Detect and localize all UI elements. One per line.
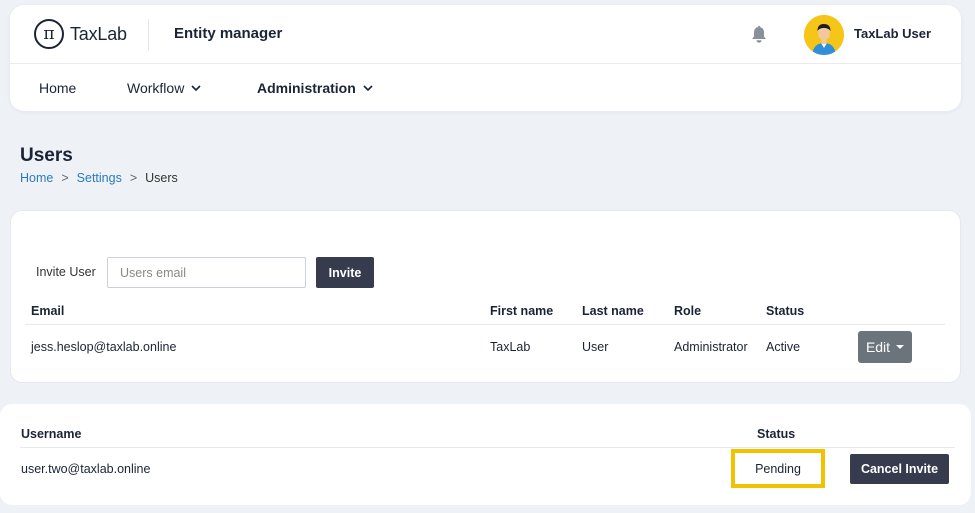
column-header-username: Username [21, 427, 82, 441]
column-header-invite-status: Status [757, 427, 796, 441]
user-name[interactable]: TaxLab User [854, 26, 931, 41]
breadcrumb-separator: > [61, 171, 69, 185]
breadcrumb-home[interactable]: Home [20, 171, 53, 185]
breadcrumb: Home > Settings > Users [20, 171, 178, 185]
chevron-down-icon [191, 84, 201, 91]
nav-item-label: Workflow [127, 80, 185, 96]
breadcrumb-settings[interactable]: Settings [77, 171, 122, 185]
avatar[interactable] [804, 15, 844, 55]
user-status: Active [766, 340, 801, 354]
nav-item-label: Home [39, 80, 77, 96]
logo-pi-icon: π [34, 19, 64, 49]
cancel-invite-button[interactable]: Cancel Invite [850, 454, 949, 484]
invite-username: user.two@taxlab.online [21, 462, 151, 476]
user-first-name: TaxLab [490, 340, 531, 354]
nav-item-workflow[interactable]: Workflow [127, 80, 201, 96]
header-card: π TaxLab Entity manager TaxLab User Home [10, 5, 961, 111]
app-title: Entity manager [174, 25, 283, 42]
logo[interactable]: π TaxLab [34, 19, 127, 49]
table-divider [25, 324, 945, 325]
edit-dropdown-button[interactable]: Edit [858, 331, 912, 363]
nav-item-label: Administration [257, 80, 356, 96]
user-avatar-icon [804, 15, 844, 55]
invite-user-label: Invite User [36, 265, 96, 279]
column-header-status: Status [766, 304, 805, 318]
pending-invites-card: Username Status user.two@taxlab.online P… [0, 404, 971, 505]
nav-item-home[interactable]: Home [39, 80, 76, 96]
bell-icon[interactable] [749, 25, 769, 45]
invite-email-input[interactable] [107, 257, 306, 288]
user-role: Administrator [674, 340, 748, 354]
logo-text: TaxLab [70, 23, 127, 44]
breadcrumb-separator: > [129, 171, 138, 185]
invite-status-highlight: Pending [731, 449, 825, 488]
table-divider [20, 447, 955, 448]
caret-down-icon [896, 345, 905, 349]
header-divider [148, 19, 149, 50]
top-bar: π TaxLab Entity manager TaxLab User [10, 5, 961, 64]
user-last-name: User [582, 340, 609, 354]
column-header-last-name: Last name [582, 304, 644, 318]
page-title: Users [20, 145, 73, 166]
edit-button-label: Edit [865, 339, 891, 355]
column-header-first-name: First name [490, 304, 554, 318]
user-email: jess.heslop@taxlab.online [31, 340, 177, 354]
chevron-down-icon [363, 84, 373, 91]
main-nav: Home Workflow Administration [10, 64, 961, 111]
column-header-email: Email [31, 304, 65, 318]
column-header-role: Role [674, 304, 702, 318]
breadcrumb-current: Users [145, 171, 178, 185]
nav-item-administration[interactable]: Administration [257, 80, 373, 96]
invite-button[interactable]: Invite [316, 257, 374, 288]
users-card: Invite User Invite Email First name Last… [10, 210, 961, 383]
invite-status: Pending [755, 461, 801, 476]
